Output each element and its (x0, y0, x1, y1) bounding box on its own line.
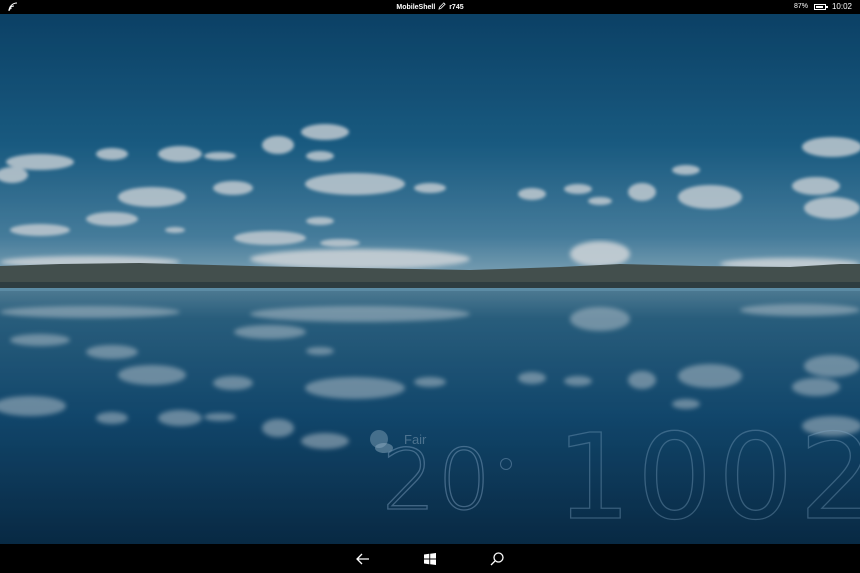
status-clock: 10:02 (831, 2, 852, 11)
build-number: r745 (449, 4, 464, 11)
status-title: MobileShell r745 (0, 2, 860, 11)
battery-percent: 87% (793, 3, 808, 10)
degree-symbol (500, 458, 512, 470)
temperature: 20 (381, 431, 493, 529)
pen-icon (438, 2, 446, 10)
back-arrow-icon (356, 553, 369, 565)
app-name: MobileShell (396, 4, 436, 11)
status-bar: MobileShell r745 87% 10:02 (0, 0, 860, 14)
lock-screen-info: Fair 20 1002 (366, 417, 860, 540)
search-button[interactable] (488, 550, 506, 568)
back-button[interactable] (354, 550, 372, 568)
start-button[interactable] (421, 550, 439, 568)
battery-icon (813, 3, 828, 10)
battery-fill (815, 5, 823, 8)
windows-logo-icon (424, 553, 436, 565)
navigation-bar (0, 544, 860, 573)
lock-screen-clock: 1002 (555, 408, 860, 546)
search-icon (490, 552, 504, 566)
